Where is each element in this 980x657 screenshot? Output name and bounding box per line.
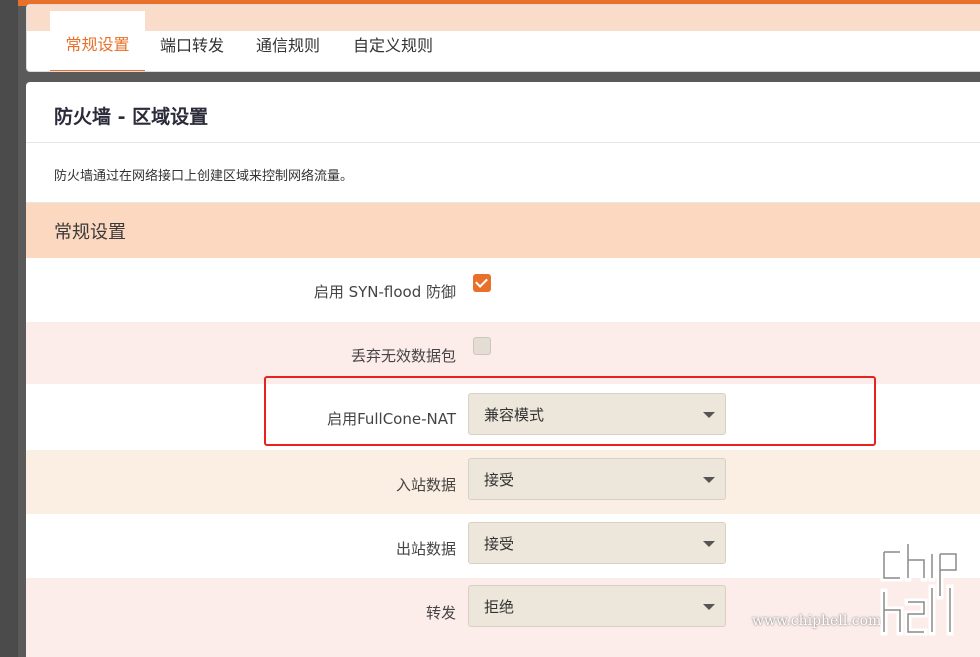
forward-policy-select[interactable]: 拒绝	[468, 585, 726, 627]
page-title: 防火墙 - 区域设置	[54, 106, 209, 128]
title-divider	[26, 142, 980, 143]
output-label: 出站数据	[395, 540, 456, 558]
forward-policy-value: 拒绝	[484, 597, 515, 616]
tab-port-forward[interactable]: 端口转发	[151, 11, 233, 71]
tab-custom-rules[interactable]: 自定义规则	[343, 11, 443, 71]
input-label: 入站数据	[395, 476, 456, 494]
row-input: 入站数据 接受	[26, 450, 980, 514]
chevron-down-icon	[703, 477, 715, 483]
tab-general[interactable]: 常规设置	[50, 11, 145, 71]
syn-flood-label: 启用 SYN-flood 防御	[313, 283, 456, 301]
forward-label: 转发	[425, 604, 456, 622]
input-policy-value: 接受	[484, 470, 515, 489]
chiphell-watermark: www.chiphell.com	[752, 540, 980, 657]
tab-traffic-rules[interactable]: 通信规则	[247, 11, 329, 71]
highlight-box	[264, 376, 876, 446]
row-syn-flood: 启用 SYN-flood 防御	[26, 258, 980, 322]
chevron-down-icon	[703, 541, 715, 547]
tabs-card: 常规设置 端口转发 通信规则 自定义规则	[26, 4, 980, 72]
page-description: 防火墙通过在网络接口上创建区域来控制网络流量。	[54, 169, 354, 184]
syn-flood-checkbox[interactable]	[473, 274, 491, 292]
left-shadow	[0, 0, 18, 657]
drop-invalid-label: 丢弃无效数据包	[350, 347, 456, 365]
section-title: 常规设置	[26, 203, 980, 258]
watermark-text: www.chiphell.com	[752, 613, 882, 629]
output-policy-select[interactable]: 接受	[468, 522, 726, 564]
output-policy-value: 接受	[484, 534, 515, 553]
chiphell-logo-icon	[880, 540, 960, 636]
chevron-down-icon	[703, 604, 715, 610]
row-drop-invalid: 丢弃无效数据包	[26, 322, 980, 384]
drop-invalid-checkbox[interactable]	[473, 337, 491, 355]
input-policy-select[interactable]: 接受	[468, 458, 726, 500]
